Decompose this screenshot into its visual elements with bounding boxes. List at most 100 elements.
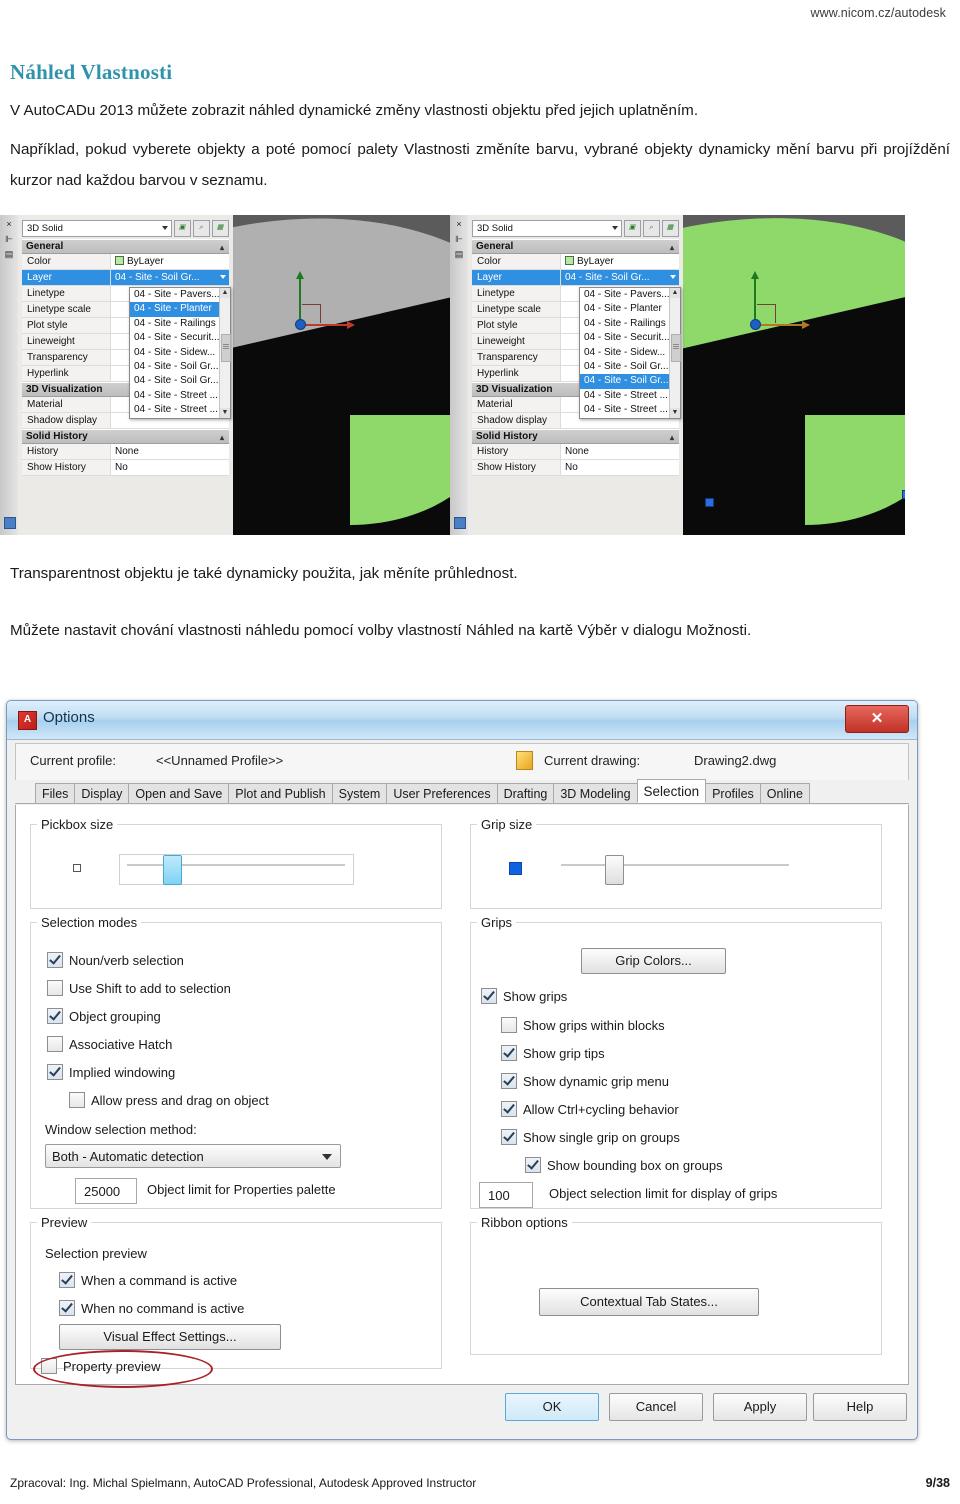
autohide-icon[interactable]: ⊩: [454, 234, 465, 245]
checkbox-associative-hatch[interactable]: Associative Hatch: [47, 1036, 172, 1052]
object-type-combo[interactable]: 3D Solid: [22, 220, 172, 237]
dropdown-item[interactable]: 04 - Site - Sidew...: [580, 346, 680, 360]
property-row[interactable]: Color ByLayer: [22, 254, 229, 270]
dropdown-item[interactable]: 04 - Site - Pavers...: [580, 288, 680, 302]
group-header-solid-history[interactable]: Solid History ▴: [472, 429, 679, 444]
property-value[interactable]: ByLayer: [560, 254, 679, 269]
visual-effect-settings-button[interactable]: Visual Effect Settings...: [59, 1324, 281, 1350]
slider-thumb[interactable]: [163, 855, 182, 885]
grip-size-slider[interactable]: [561, 855, 789, 885]
layer-dropdown-right[interactable]: 04 - Site - Pavers... 04 - Site - Plante…: [579, 287, 681, 419]
property-row-layer[interactable]: Layer 04 - Site - Soil Gr...: [472, 270, 679, 286]
palette-menu-icon[interactable]: ▤: [454, 249, 465, 260]
window-selection-method-select[interactable]: Both - Automatic detection: [45, 1144, 341, 1168]
checkbox-property-preview[interactable]: Property preview: [41, 1358, 161, 1374]
cancel-button[interactable]: Cancel: [609, 1393, 703, 1421]
checkbox-allow-press-and-drag[interactable]: Allow press and drag on object: [69, 1092, 269, 1108]
checkbox-show-grips-within-blocks[interactable]: Show grips within blocks: [501, 1017, 665, 1033]
dropdown-item[interactable]: 04 - Site - Railings: [130, 317, 230, 331]
property-value[interactable]: 04 - Site - Soil Gr...: [110, 270, 229, 285]
quick-select-icon[interactable]: ⌕: [643, 220, 660, 237]
property-row[interactable]: History None: [472, 444, 679, 460]
scrollbar-thumb[interactable]: [221, 334, 231, 362]
apply-button[interactable]: Apply: [713, 1393, 807, 1421]
object-type-combo[interactable]: 3D Solid: [472, 220, 622, 237]
tab-plot-and-publish[interactable]: Plot and Publish: [228, 783, 333, 803]
property-value[interactable]: None: [110, 444, 229, 459]
dropdown-item[interactable]: 04 - Site - Securit...: [580, 331, 680, 345]
palette-tab-icon[interactable]: [454, 517, 466, 529]
help-button[interactable]: Help: [813, 1393, 907, 1421]
property-value[interactable]: 04 - Site - Soil Gr...: [560, 270, 679, 285]
autohide-icon[interactable]: ⊩: [4, 234, 15, 245]
tab-system[interactable]: System: [331, 783, 388, 803]
dropdown-item[interactable]: 04 - Site - Street ...: [580, 389, 680, 403]
close-icon[interactable]: ×: [454, 219, 465, 230]
checkbox-when-no-command-active[interactable]: When no command is active: [59, 1300, 244, 1316]
dropdown-item-hover[interactable]: 04 - Site - Soil Gr...: [580, 374, 680, 389]
dropdown-item[interactable]: 04 - Site - Street ...: [130, 403, 230, 417]
property-row[interactable]: Show History No: [22, 460, 229, 476]
property-row[interactable]: History None: [22, 444, 229, 460]
tab-drafting[interactable]: Drafting: [496, 783, 555, 803]
tab-online[interactable]: Online: [759, 783, 810, 803]
checkbox-show-bounding-box-on-groups[interactable]: Show bounding box on groups: [525, 1157, 723, 1173]
grip-selection-limit-input[interactable]: 100: [479, 1182, 533, 1208]
checkbox-show-single-grip-on-groups[interactable]: Show single grip on groups: [501, 1129, 680, 1145]
pick-point-icon[interactable]: ▦: [212, 220, 229, 237]
contextual-tab-states-button[interactable]: Contextual Tab States...: [539, 1288, 759, 1316]
select-objects-icon[interactable]: ▣: [174, 220, 191, 237]
close-button[interactable]: ✕: [845, 705, 909, 733]
grip-handle[interactable]: [902, 490, 905, 499]
property-row[interactable]: Show History No: [472, 460, 679, 476]
checkbox-implied-windowing[interactable]: Implied windowing: [47, 1064, 175, 1080]
group-header-general[interactable]: General ▴: [22, 239, 229, 254]
pick-point-icon[interactable]: ▦: [662, 220, 679, 237]
palette-tab-icon[interactable]: [4, 517, 16, 529]
property-row[interactable]: Color ByLayer: [472, 254, 679, 270]
tab-profiles[interactable]: Profiles: [705, 783, 761, 803]
dropdown-item[interactable]: 04 - Site - Sidew...: [130, 346, 230, 360]
scroll-down-icon[interactable]: ▼: [670, 407, 680, 418]
property-value[interactable]: ByLayer: [110, 254, 229, 269]
property-value[interactable]: No: [110, 460, 229, 475]
checkbox-show-grips[interactable]: Show grips: [481, 988, 567, 1004]
checkbox-show-grip-tips[interactable]: Show grip tips: [501, 1045, 605, 1061]
property-row-layer[interactable]: Layer 04 - Site - Soil Gr...: [22, 270, 229, 286]
select-objects-icon[interactable]: ▣: [624, 220, 641, 237]
dropdown-item[interactable]: 04 - Site - Soil Gr...: [130, 360, 230, 374]
dropdown-item[interactable]: 04 - Site - Securit...: [130, 331, 230, 345]
slider-thumb[interactable]: [605, 855, 624, 885]
group-header-general[interactable]: General ▴: [472, 239, 679, 254]
object-limit-input[interactable]: 25000: [75, 1178, 137, 1204]
tab-3d-modeling[interactable]: 3D Modeling: [553, 783, 638, 803]
tab-selection[interactable]: Selection: [636, 779, 707, 803]
pickbox-size-slider[interactable]: [127, 855, 345, 885]
scroll-up-icon[interactable]: ▲: [220, 288, 230, 298]
dropdown-scrollbar[interactable]: ▲ ▼: [669, 288, 681, 418]
dropdown-scrollbar[interactable]: ▲ ▼: [219, 288, 231, 418]
palette-menu-icon[interactable]: ▤: [4, 249, 15, 260]
dropdown-item-hover[interactable]: 04 - Site - Planter: [130, 302, 230, 317]
dropdown-item[interactable]: 04 - Site - Railings: [580, 317, 680, 331]
dropdown-item[interactable]: 04 - Site - Planter: [580, 302, 680, 316]
checkbox-when-command-active[interactable]: When a command is active: [59, 1272, 237, 1288]
dropdown-item[interactable]: 04 - Site - Pavers...: [130, 288, 230, 302]
scroll-up-icon[interactable]: ▲: [670, 288, 680, 298]
scrollbar-thumb[interactable]: [671, 334, 681, 362]
checkbox-show-dynamic-grip-menu[interactable]: Show dynamic grip menu: [501, 1073, 669, 1089]
group-header-solid-history[interactable]: Solid History ▴: [22, 429, 229, 444]
checkbox-noun-verb-selection[interactable]: Noun/verb selection: [47, 952, 184, 968]
checkbox-use-shift-to-add[interactable]: Use Shift to add to selection: [47, 980, 231, 996]
quick-select-icon[interactable]: ⌕: [193, 220, 210, 237]
dropdown-item[interactable]: 04 - Site - Street ...: [580, 403, 680, 417]
ok-button[interactable]: OK: [505, 1393, 599, 1421]
checkbox-allow-ctrl-cycling[interactable]: Allow Ctrl+cycling behavior: [501, 1101, 679, 1117]
dropdown-item[interactable]: 04 - Site - Street ...: [130, 389, 230, 403]
tab-user-preferences[interactable]: User Preferences: [386, 783, 498, 803]
tab-files[interactable]: Files: [35, 783, 76, 803]
grip-colors-button[interactable]: Grip Colors...: [581, 948, 726, 974]
scroll-down-icon[interactable]: ▼: [220, 407, 230, 418]
tab-display[interactable]: Display: [74, 783, 130, 803]
tab-open-and-save[interactable]: Open and Save: [128, 783, 230, 803]
